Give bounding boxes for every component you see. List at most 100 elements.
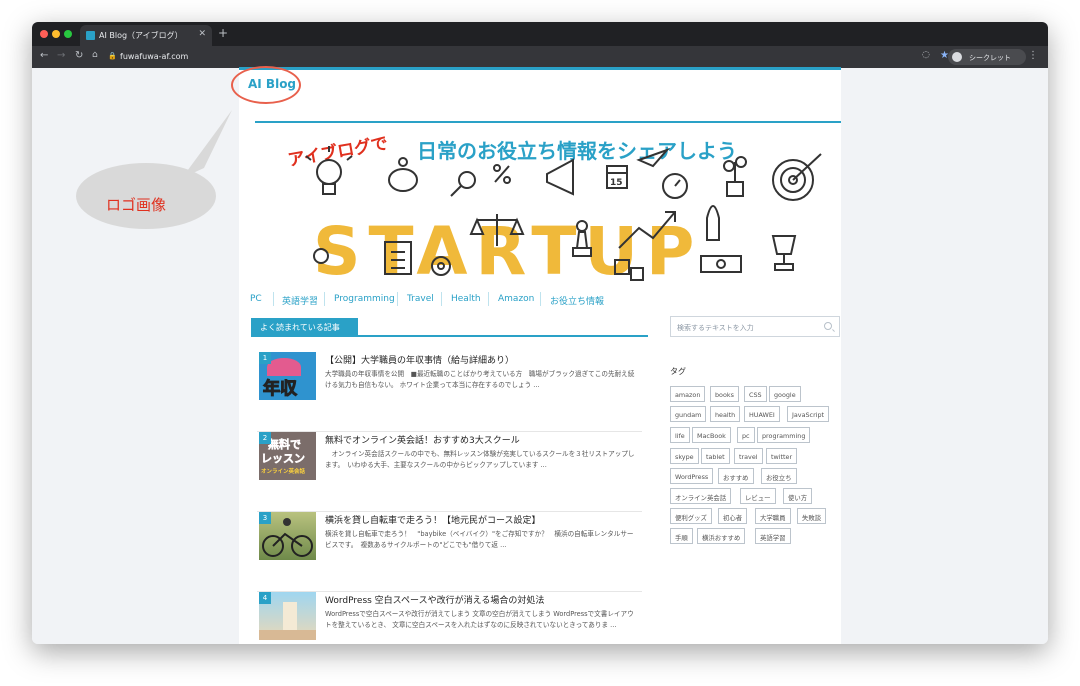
nav-item-health[interactable]: Health	[451, 294, 481, 304]
building-shape	[283, 602, 297, 632]
list-item[interactable]: 年収 1 【公開】大学職員の年収事情（給与詳細あり） 大学職員の年収事情を公開 …	[257, 352, 642, 432]
logo-highlight-circle	[231, 66, 301, 104]
tag-item[interactable]: 横浜おすすめ	[697, 528, 746, 544]
back-arrow-icon[interactable]: ←	[40, 50, 48, 61]
nav-separator	[397, 292, 398, 306]
post-thumbnail[interactable]: 年収 1	[259, 352, 316, 400]
menu-kebab-icon[interactable]: ⋮	[1028, 50, 1038, 61]
search-icon[interactable]	[824, 322, 832, 330]
browser-tab[interactable]: AI Blog（アイブログ） ✕	[80, 25, 212, 46]
maximize-window-button[interactable]	[64, 30, 72, 38]
tag-item[interactable]: JavaScript	[787, 406, 830, 422]
percent-icon	[493, 164, 511, 184]
tag-item[interactable]: tablet	[701, 448, 730, 464]
section-title: よく読まれている記事	[251, 318, 358, 336]
post-title[interactable]: 【公開】大学職員の年収事情（給与詳細あり）	[325, 353, 514, 366]
nav-item-useful-info[interactable]: お役立ち情報	[550, 294, 604, 307]
rank-badge: 4	[259, 592, 271, 604]
tag-item[interactable]: travel	[734, 448, 763, 464]
post-excerpt: オンライン英会話スクールの中でも、無料レッスン体験が充実しているスクールを３社リ…	[325, 450, 635, 469]
nav-separator	[488, 292, 489, 306]
avatar	[952, 52, 962, 62]
post-thumbnail[interactable]: 4	[259, 592, 316, 640]
tag-item[interactable]: health	[710, 406, 741, 422]
search-input[interactable]: 検索するテキストを入力	[670, 316, 840, 337]
search-placeholder: 検索するテキストを入力	[677, 324, 754, 332]
post-title[interactable]: 横浜を貸し自転車で走ろう！【地元民がコース設定】	[325, 513, 541, 526]
nav-item-amazon[interactable]: Amazon	[498, 294, 534, 304]
close-tab-icon[interactable]: ✕	[198, 29, 206, 39]
tag-item[interactable]: レビュー	[740, 488, 776, 504]
forward-arrow-icon[interactable]: →	[57, 50, 65, 61]
ground-shape	[259, 630, 316, 640]
tag-item[interactable]: おすすめ	[718, 468, 754, 484]
header-divider	[255, 121, 841, 123]
close-window-button[interactable]	[40, 30, 48, 38]
header-banner[interactable]: アイブログで 日常のお役立ち情報をシェアしよう STARTUP 15	[255, 124, 841, 288]
rank-badge: 3	[259, 512, 271, 524]
tag-item[interactable]: amazon	[670, 386, 706, 402]
home-icon[interactable]: ⌂	[92, 50, 98, 60]
tag-item[interactable]: twitter	[766, 448, 798, 464]
section-underline	[251, 335, 648, 337]
calendar-day: 15	[610, 178, 623, 188]
post-thumbnail[interactable]: 無料で レッスン オンライン英会話 2	[259, 432, 316, 480]
tag-item[interactable]: 英語学習	[755, 528, 791, 544]
list-item[interactable]: 4 WordPress 空白スペースや改行が消える場合の対処法 WordPres…	[257, 592, 642, 644]
nav-separator	[441, 292, 442, 306]
magnifier-icon	[450, 171, 476, 197]
tag-item[interactable]: books	[710, 386, 739, 402]
post-excerpt: 横浜を貸し自転車で走ろう！ "baybike（ベイバイク）"をご存知ですか？ 横…	[325, 530, 634, 549]
post-title[interactable]: 無料でオンライン英会話！おすすめ3大スクール	[325, 433, 520, 446]
nav-item-english[interactable]: 英語学習	[282, 294, 318, 307]
tag-item[interactable]: 便利グッズ	[670, 508, 712, 524]
lock-icon: 🔒	[108, 52, 117, 60]
tag-item[interactable]: 大学職員	[755, 508, 791, 524]
list-item[interactable]: 無料で レッスン オンライン英会話 2 無料でオンライン英会話！おすすめ3大スク…	[257, 432, 642, 512]
thumbnail-caption: オンライン英会話	[261, 469, 306, 475]
tag-item[interactable]: pc	[737, 427, 755, 443]
tab-bar: AI Blog（アイブログ） ✕ +	[32, 22, 1048, 46]
rank-badge: 1	[259, 352, 271, 364]
tag-item[interactable]: WordPress	[670, 468, 714, 484]
page-viewport: ロゴ画像 AI Blog アイブログで 日常のお役立ち情報をシェアしよう STA…	[32, 66, 1048, 644]
nav-separator	[324, 292, 325, 306]
tag-item[interactable]: 手順	[670, 528, 693, 544]
nav-separator	[540, 292, 541, 306]
tag-item[interactable]: CSS	[744, 386, 767, 402]
address-bar[interactable]: 🔒 fuwafuwa-af.com	[108, 49, 908, 65]
reload-icon[interactable]: ↻	[75, 50, 83, 61]
tag-item[interactable]: programming	[757, 427, 811, 443]
tag-item[interactable]: 使い方	[783, 488, 813, 504]
tag-item[interactable]: life	[670, 427, 690, 443]
minimize-window-button[interactable]	[52, 30, 60, 38]
tag-item[interactable]: 失敗談	[797, 508, 827, 524]
nav-separator	[273, 292, 274, 306]
tag-item[interactable]: skype	[670, 448, 699, 464]
banknote-icon	[700, 255, 742, 273]
tag-item[interactable]: オンライン英会話	[670, 488, 732, 504]
list-item[interactable]: 3 横浜を貸し自転車で走ろう！【地元民がコース設定】 横浜を貸し自転車で走ろう！…	[257, 512, 642, 592]
annotation-text: ロゴ画像	[106, 196, 167, 214]
megaphone-icon	[546, 158, 574, 196]
nav-item-pc[interactable]: PC	[250, 294, 262, 304]
tag-item[interactable]: google	[769, 386, 801, 402]
stopwatch-icon	[662, 173, 688, 199]
tag-item[interactable]: MacBook	[692, 427, 731, 443]
post-excerpt: WordPressで空白スペースや改行が消えてしまう 文章の空白が消えてしまう …	[325, 610, 634, 629]
browser-toolbar: ← → ↻ ⌂ 🔒 fuwafuwa-af.com ◌ ★ シークレット ⋮	[32, 46, 1048, 68]
post-title[interactable]: WordPress 空白スペースや改行が消える場合の対処法	[325, 593, 544, 606]
tag-item[interactable]: 初心者	[718, 508, 748, 524]
favicon-icon	[86, 31, 95, 40]
tag-item[interactable]: HUAWEI	[744, 406, 780, 422]
banner-headline-teal: 日常のお役立ち情報をシェアしよう	[417, 139, 737, 163]
new-tab-button[interactable]: +	[218, 26, 228, 40]
tag-item[interactable]: gundam	[670, 406, 707, 422]
nav-item-travel[interactable]: Travel	[407, 294, 434, 304]
rocket-icon	[706, 205, 720, 241]
incognito-eye-icon[interactable]: ◌	[922, 50, 930, 60]
tag-item[interactable]: お役立ち	[761, 468, 797, 484]
post-thumbnail[interactable]: 3	[259, 512, 316, 560]
nav-item-programming[interactable]: Programming	[334, 294, 395, 304]
incognito-badge[interactable]: シークレット	[948, 49, 1026, 65]
